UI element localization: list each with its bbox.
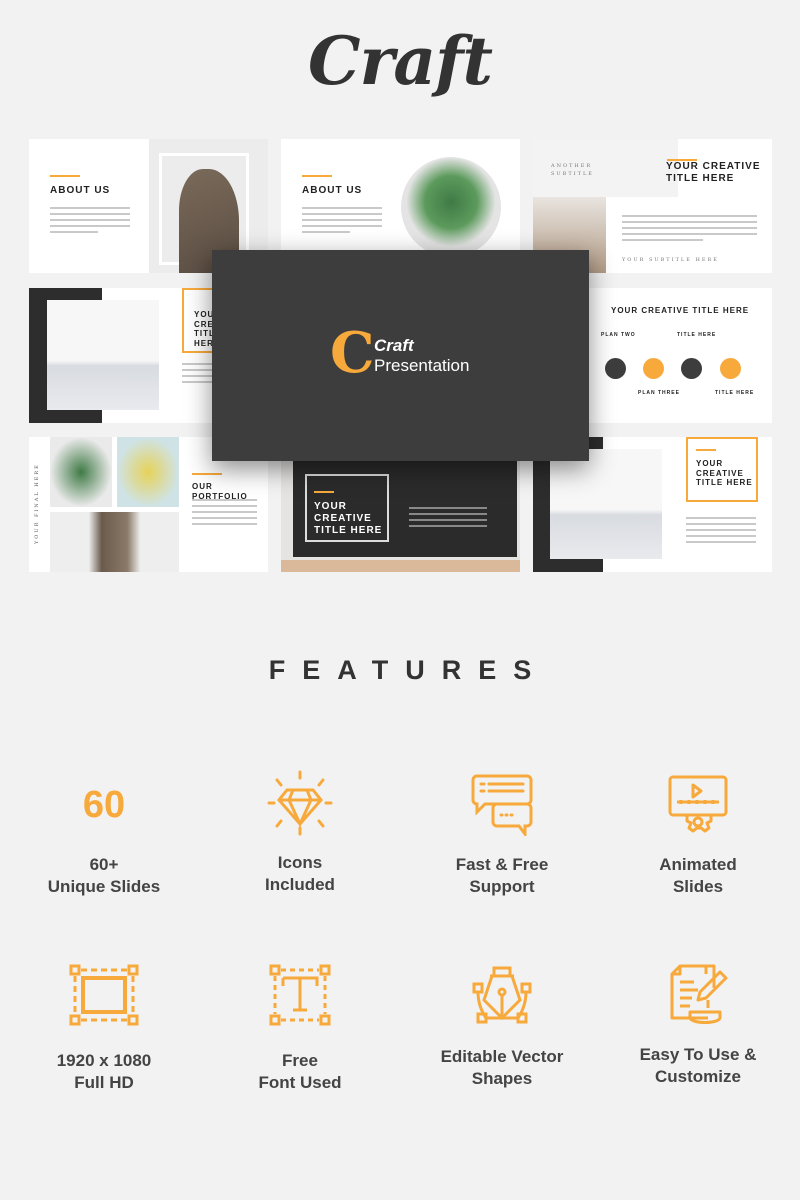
feature-label: 60+ — [89, 855, 119, 874]
feature-label: Editable Vector — [440, 1047, 564, 1066]
slide-subtitle: ANOTHER SUBTITLE — [551, 163, 594, 177]
feature-label: Included — [265, 875, 335, 894]
seaside-photo — [550, 449, 662, 559]
vertical-subtitle: YOUR FINAL HERE — [34, 463, 40, 544]
animated-monitor-gear-icon — [598, 772, 798, 838]
feature-label: Easy To Use & — [639, 1045, 757, 1064]
timeline-step: PLAN THREE — [638, 390, 680, 396]
diamond-icon — [200, 770, 400, 836]
feature-full-hd: 1920 x 1080 Full HD — [4, 962, 204, 1094]
slide-heading: ABOUT US — [50, 185, 111, 196]
logo-letter: C — [330, 320, 375, 386]
deer-photo — [50, 512, 179, 572]
feature-label: Free — [282, 1051, 318, 1070]
feature-animated: Animated Slides — [598, 772, 798, 898]
document-pencil-icon — [598, 962, 798, 1028]
plant-photo — [50, 437, 112, 507]
seaside-photo — [47, 300, 159, 410]
hero-cover-slide: C Craft Presentation — [212, 250, 589, 461]
frame-resize-icon — [4, 962, 204, 1028]
feature-label: Font Used — [258, 1073, 342, 1092]
feature-label: Slides — [672, 877, 724, 896]
number-60: 60 — [82, 783, 126, 826]
feature-support: Fast & Free Support — [402, 772, 602, 898]
brand-logo: Craft — [308, 22, 493, 100]
slide-footer: YOUR SUBTITLE HERE — [622, 257, 719, 263]
feature-label: Animated — [659, 855, 737, 874]
flowers-photo — [117, 437, 179, 507]
features-heading: FEATURES — [268, 655, 549, 685]
text-frame-icon — [200, 962, 400, 1028]
feature-label: Shapes — [471, 1069, 533, 1088]
hero-title: Craft — [374, 336, 414, 355]
feature-label: Support — [469, 877, 535, 896]
timeline-step: PLAN TWO — [601, 332, 636, 338]
slide-heading: YOUR CREATIVE TITLE HERE — [696, 459, 753, 488]
timeline-step: TITLE HERE — [677, 332, 717, 338]
hero-subtitle: Presentation — [374, 356, 470, 375]
feature-label: Unique Slides — [47, 877, 161, 896]
slide-heading: YOUR CREATIVE TITLE HERE — [314, 501, 383, 536]
feature-vector: Editable Vector Shapes — [402, 962, 602, 1090]
feature-label: 1920 x 1080 — [56, 1051, 152, 1070]
timeline-step: TITLE HERE — [715, 390, 755, 396]
slide-heading: YOUR CREATIVE TITLE HERE — [666, 161, 761, 184]
feature-label: Fast & Free — [455, 855, 549, 874]
pen-nib-icon — [402, 962, 602, 1028]
feature-easy-use: Easy To Use & Customize — [598, 962, 798, 1088]
slide-heading: YOUR CREATIVE TITLE HERE — [611, 306, 750, 315]
feature-free-font: Free Font Used — [200, 962, 400, 1094]
chat-bubbles-icon — [402, 772, 602, 838]
slide-heading: ABOUT US — [302, 185, 363, 196]
feature-icons: Icons Included — [200, 770, 400, 896]
feature-label: Customize — [655, 1067, 741, 1086]
feature-label: Full HD — [74, 1073, 134, 1092]
feature-unique-slides: 60 60+ Unique Slides — [4, 772, 204, 898]
plant-circle-photo — [401, 157, 501, 257]
feature-label: Icons — [277, 853, 323, 872]
